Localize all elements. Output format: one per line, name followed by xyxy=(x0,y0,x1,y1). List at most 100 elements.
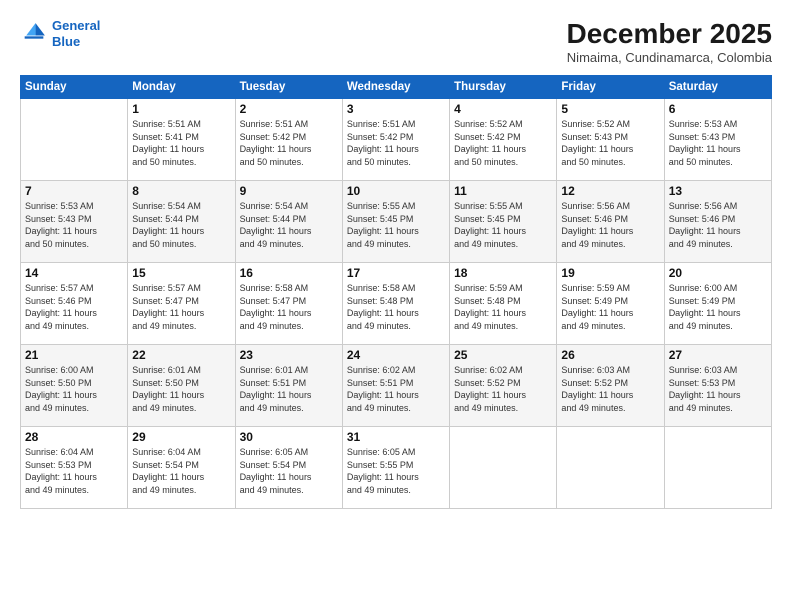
day-info: Sunset: 5:49 PM xyxy=(561,295,659,308)
day-info: Sunset: 5:54 PM xyxy=(240,459,338,472)
day-info: Sunrise: 5:54 AM xyxy=(240,200,338,213)
day-info: Daylight: 11 hours xyxy=(561,307,659,320)
calendar-cell: 24Sunrise: 6:02 AMSunset: 5:51 PMDayligh… xyxy=(342,345,449,427)
day-info: and 49 minutes. xyxy=(347,238,445,251)
day-info: and 50 minutes. xyxy=(669,156,767,169)
day-info: Daylight: 11 hours xyxy=(669,389,767,402)
day-info: Daylight: 11 hours xyxy=(25,307,123,320)
day-info: Sunrise: 5:57 AM xyxy=(132,282,230,295)
day-info: Sunrise: 5:53 AM xyxy=(669,118,767,131)
day-info: Daylight: 11 hours xyxy=(561,225,659,238)
day-info: and 49 minutes. xyxy=(240,402,338,415)
calendar-cell: 6Sunrise: 5:53 AMSunset: 5:43 PMDaylight… xyxy=(664,99,771,181)
day-info: and 49 minutes. xyxy=(132,402,230,415)
day-number: 15 xyxy=(132,266,230,280)
day-number: 25 xyxy=(454,348,552,362)
day-info: Sunrise: 6:00 AM xyxy=(25,364,123,377)
calendar-cell xyxy=(21,99,128,181)
day-info: Sunrise: 6:01 AM xyxy=(132,364,230,377)
weekday-friday: Friday xyxy=(557,76,664,99)
day-info: Daylight: 11 hours xyxy=(240,225,338,238)
day-number: 4 xyxy=(454,102,552,116)
day-info: Sunrise: 5:52 AM xyxy=(561,118,659,131)
day-number: 8 xyxy=(132,184,230,198)
calendar-cell: 5Sunrise: 5:52 AMSunset: 5:43 PMDaylight… xyxy=(557,99,664,181)
logo-general: General xyxy=(52,18,100,33)
day-info: Sunrise: 5:55 AM xyxy=(347,200,445,213)
logo-text: General Blue xyxy=(52,18,100,49)
page: General Blue December 2025 Nimaima, Cund… xyxy=(0,0,792,612)
day-info: and 49 minutes. xyxy=(240,238,338,251)
day-info: Daylight: 11 hours xyxy=(347,307,445,320)
day-number: 6 xyxy=(669,102,767,116)
day-info: Sunrise: 5:52 AM xyxy=(454,118,552,131)
day-info: Sunset: 5:42 PM xyxy=(347,131,445,144)
calendar-cell: 22Sunrise: 6:01 AMSunset: 5:50 PMDayligh… xyxy=(128,345,235,427)
day-info: and 50 minutes. xyxy=(25,238,123,251)
weekday-header-row: SundayMondayTuesdayWednesdayThursdayFrid… xyxy=(21,76,772,99)
logo-icon xyxy=(20,20,48,48)
calendar-cell: 18Sunrise: 5:59 AMSunset: 5:48 PMDayligh… xyxy=(450,263,557,345)
day-info: and 49 minutes. xyxy=(25,484,123,497)
calendar-cell: 11Sunrise: 5:55 AMSunset: 5:45 PMDayligh… xyxy=(450,181,557,263)
calendar-cell: 3Sunrise: 5:51 AMSunset: 5:42 PMDaylight… xyxy=(342,99,449,181)
day-info: and 50 minutes. xyxy=(454,156,552,169)
day-number: 2 xyxy=(240,102,338,116)
day-number: 3 xyxy=(347,102,445,116)
day-info: Sunrise: 5:58 AM xyxy=(347,282,445,295)
day-info: Daylight: 11 hours xyxy=(132,471,230,484)
day-info: Daylight: 11 hours xyxy=(669,307,767,320)
day-number: 13 xyxy=(669,184,767,198)
day-info: Sunrise: 5:59 AM xyxy=(454,282,552,295)
calendar-cell: 12Sunrise: 5:56 AMSunset: 5:46 PMDayligh… xyxy=(557,181,664,263)
day-info: Sunset: 5:43 PM xyxy=(561,131,659,144)
day-info: and 49 minutes. xyxy=(561,402,659,415)
day-info: Sunrise: 6:03 AM xyxy=(561,364,659,377)
day-number: 28 xyxy=(25,430,123,444)
day-info: Daylight: 11 hours xyxy=(240,389,338,402)
day-info: Sunrise: 5:51 AM xyxy=(132,118,230,131)
calendar-cell: 21Sunrise: 6:00 AMSunset: 5:50 PMDayligh… xyxy=(21,345,128,427)
day-info: Sunrise: 5:59 AM xyxy=(561,282,659,295)
day-info: Sunrise: 6:02 AM xyxy=(454,364,552,377)
day-number: 27 xyxy=(669,348,767,362)
day-info: and 49 minutes. xyxy=(25,320,123,333)
day-info: Sunset: 5:52 PM xyxy=(561,377,659,390)
header: General Blue December 2025 Nimaima, Cund… xyxy=(20,18,772,65)
day-info: Sunset: 5:55 PM xyxy=(347,459,445,472)
weekday-wednesday: Wednesday xyxy=(342,76,449,99)
day-info: Daylight: 11 hours xyxy=(25,225,123,238)
month-title: December 2025 xyxy=(567,18,772,50)
calendar-cell: 15Sunrise: 5:57 AMSunset: 5:47 PMDayligh… xyxy=(128,263,235,345)
calendar-cell: 4Sunrise: 5:52 AMSunset: 5:42 PMDaylight… xyxy=(450,99,557,181)
calendar-cell: 19Sunrise: 5:59 AMSunset: 5:49 PMDayligh… xyxy=(557,263,664,345)
day-info: Daylight: 11 hours xyxy=(454,389,552,402)
day-info: Sunset: 5:53 PM xyxy=(669,377,767,390)
week-row-3: 14Sunrise: 5:57 AMSunset: 5:46 PMDayligh… xyxy=(21,263,772,345)
day-info: Daylight: 11 hours xyxy=(454,307,552,320)
day-info: and 49 minutes. xyxy=(132,320,230,333)
day-info: Sunrise: 6:05 AM xyxy=(240,446,338,459)
calendar-cell: 31Sunrise: 6:05 AMSunset: 5:55 PMDayligh… xyxy=(342,427,449,509)
day-info: Daylight: 11 hours xyxy=(132,389,230,402)
day-number: 5 xyxy=(561,102,659,116)
day-info: Daylight: 11 hours xyxy=(132,225,230,238)
calendar-cell: 29Sunrise: 6:04 AMSunset: 5:54 PMDayligh… xyxy=(128,427,235,509)
day-number: 24 xyxy=(347,348,445,362)
day-info: and 50 minutes. xyxy=(132,238,230,251)
weekday-saturday: Saturday xyxy=(664,76,771,99)
day-info: Daylight: 11 hours xyxy=(25,471,123,484)
day-info: and 49 minutes. xyxy=(561,238,659,251)
day-info: Daylight: 11 hours xyxy=(132,307,230,320)
calendar-cell: 10Sunrise: 5:55 AMSunset: 5:45 PMDayligh… xyxy=(342,181,449,263)
day-info: Daylight: 11 hours xyxy=(561,389,659,402)
weekday-sunday: Sunday xyxy=(21,76,128,99)
calendar-cell: 30Sunrise: 6:05 AMSunset: 5:54 PMDayligh… xyxy=(235,427,342,509)
calendar-cell: 23Sunrise: 6:01 AMSunset: 5:51 PMDayligh… xyxy=(235,345,342,427)
day-info: and 49 minutes. xyxy=(454,402,552,415)
day-info: Sunset: 5:43 PM xyxy=(25,213,123,226)
day-number: 12 xyxy=(561,184,659,198)
day-info: and 49 minutes. xyxy=(669,238,767,251)
day-info: Sunset: 5:44 PM xyxy=(240,213,338,226)
day-number: 14 xyxy=(25,266,123,280)
